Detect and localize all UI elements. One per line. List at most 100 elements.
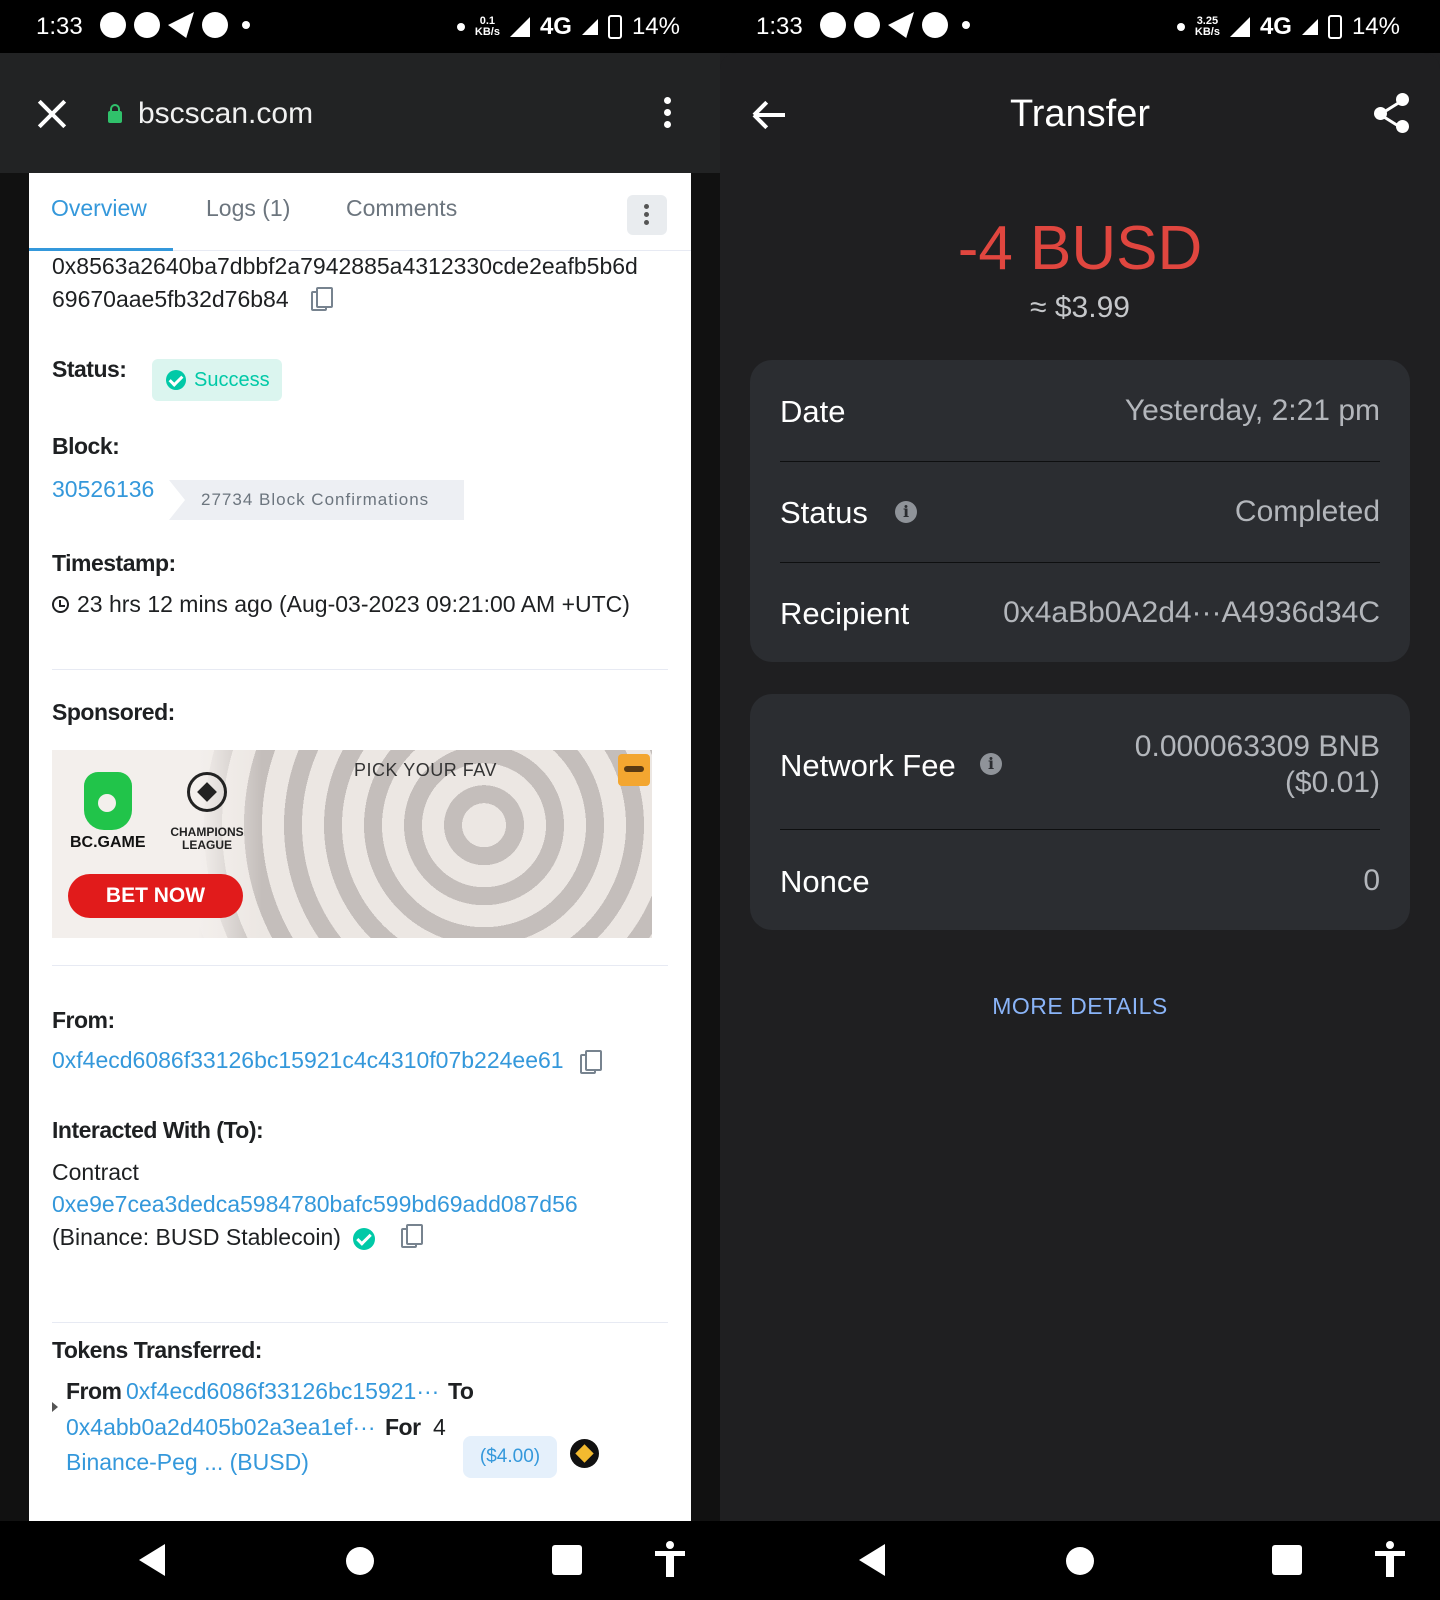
clock-icon xyxy=(52,596,69,613)
telegram-icon xyxy=(100,12,126,38)
bet-now-button[interactable]: BET NOW xyxy=(68,874,243,918)
recipient-label: Recipient xyxy=(780,596,910,631)
close-icon[interactable] xyxy=(36,98,68,130)
fee-card: Network Fee i 0.000063309 BNB ($0.01) No… xyxy=(750,694,1410,930)
whatsapp-icon xyxy=(134,12,160,38)
network-fee-label: Network Fee xyxy=(780,748,956,783)
status-label: Status: xyxy=(52,356,127,382)
status-right: 3.25 KB/s 4G 14% xyxy=(1176,13,1400,41)
accessibility-icon[interactable] xyxy=(655,1541,685,1577)
token-to-word: To xyxy=(448,1378,474,1404)
token-usd-badge: ($4.00) xyxy=(463,1436,557,1478)
status-value: Success xyxy=(194,369,270,391)
bscscan-page: Overview Logs (1) Comments 0x8563a2640ba… xyxy=(29,173,691,1521)
browser-screenshot: 1:33 0.1 KB/s 4G 14% bscscan.com Overvie… xyxy=(0,0,720,1600)
more-notifications-icon xyxy=(242,21,250,29)
accessibility-icon[interactable] xyxy=(1375,1541,1405,1577)
info-icon[interactable]: i xyxy=(895,501,917,523)
status-right: 0.1 KB/s 4G 14% xyxy=(456,13,680,41)
chrome-icon xyxy=(202,12,228,38)
sponsored-ad-banner[interactable]: BC.GAME CHAMPIONS LEAGUE PICK YOUR FAV B… xyxy=(52,750,652,938)
status-value: Completed xyxy=(1234,495,1380,528)
send-icon xyxy=(168,12,194,38)
signal-icon-2 xyxy=(1301,19,1318,35)
token-to-address[interactable]: 0x4abb0a2d405b02a3ea1ef··· xyxy=(66,1414,376,1441)
row-divider xyxy=(780,461,1380,462)
network-type: 4G xyxy=(1259,13,1292,40)
status-label: Status xyxy=(780,495,868,530)
tab-overview[interactable]: Overview xyxy=(51,195,147,222)
url-text[interactable]: bscscan.com xyxy=(138,97,313,131)
tokens-transferred-label: Tokens Transferred: xyxy=(52,1337,262,1363)
network-fee-usd: ($0.01) xyxy=(1284,766,1380,799)
page-title: Transfer xyxy=(1009,93,1151,135)
timestamp-label: Timestamp: xyxy=(52,550,176,576)
overflow-menu-icon[interactable] xyxy=(664,97,672,131)
token-amount: 4 xyxy=(433,1414,446,1440)
nav-home-icon[interactable] xyxy=(346,1547,374,1575)
transfer-amount-usd: ≈ $3.99 xyxy=(1030,291,1130,324)
football-icon xyxy=(187,772,227,812)
busd-token-icon xyxy=(570,1439,599,1468)
caret-right-icon[interactable] xyxy=(52,1402,58,1412)
lock-icon xyxy=(108,104,122,123)
from-address-link[interactable]: 0xf4ecd6086f33126bc15921c4c4310f07b224ee… xyxy=(52,1047,564,1074)
contract-address-link[interactable]: 0xe9e7cea3dedca5984780bafc599bd69add087d… xyxy=(52,1191,578,1218)
tab-bar: Overview Logs (1) Comments xyxy=(29,173,691,251)
token-name-link[interactable]: Binance-Peg ... (BUSD) xyxy=(66,1449,309,1476)
contract-name: (Binance: BUSD Stablecoin) xyxy=(52,1224,341,1250)
nav-back-icon[interactable] xyxy=(139,1544,165,1576)
status-bar: 1:33 0.1 KB/s 4G 14% xyxy=(0,0,720,53)
network-speed: 0.1 KB/s xyxy=(475,16,500,38)
whatsapp-icon xyxy=(854,12,880,38)
recipient-value[interactable]: 0x4aBb0A2d4···A4936d34C xyxy=(1003,596,1380,630)
signal-icon xyxy=(1229,17,1250,37)
battery-icon xyxy=(607,15,622,39)
confirmations-badge: 27734 Block Confirmations xyxy=(169,480,464,520)
ad-league: CHAMPIONS LEAGUE xyxy=(162,826,252,852)
app-header: Transfer xyxy=(720,53,1440,173)
nav-recents-icon[interactable] xyxy=(552,1545,582,1575)
more-notifications-icon xyxy=(962,21,970,29)
battery-level: 14% xyxy=(631,13,680,40)
tab-logs[interactable]: Logs (1) xyxy=(206,195,290,222)
signal-icon-2 xyxy=(581,19,598,35)
speed-unit: KB/s xyxy=(1194,26,1220,38)
confirmations-text: 27734 Block Confirmations xyxy=(201,490,430,509)
contract-label: Contract xyxy=(52,1159,139,1185)
transfer-amount: -4 BUSD xyxy=(957,214,1203,283)
battery-icon xyxy=(1327,15,1342,39)
timestamp-value: 23 hrs 12 mins ago (Aug-03-2023 09:21:00… xyxy=(77,591,630,617)
date-label: Date xyxy=(780,394,846,429)
nav-home-icon[interactable] xyxy=(1066,1547,1094,1575)
share-icon[interactable] xyxy=(1374,93,1410,133)
nav-recents-icon[interactable] xyxy=(1272,1545,1302,1575)
nav-back-icon[interactable] xyxy=(859,1544,885,1576)
more-options-button[interactable] xyxy=(627,195,667,235)
copy-from-icon[interactable] xyxy=(580,1050,602,1074)
copy-hash-icon[interactable] xyxy=(311,287,333,311)
android-nav-bar xyxy=(0,1521,720,1600)
nonce-value: 0 xyxy=(1363,864,1380,897)
copy-contract-icon[interactable] xyxy=(401,1224,423,1248)
verified-check-icon xyxy=(353,1228,375,1250)
from-label: From: xyxy=(52,1007,115,1033)
sponsored-label: Sponsored: xyxy=(52,699,175,725)
signal-icon xyxy=(509,17,530,37)
browser-toolbar: bscscan.com xyxy=(0,53,720,173)
android-nav-bar xyxy=(720,1521,1440,1600)
mascot-icon xyxy=(618,754,650,786)
tab-comments[interactable]: Comments xyxy=(346,195,457,222)
notification-icons xyxy=(820,12,970,38)
token-from-word: From xyxy=(66,1378,122,1404)
more-details-button[interactable]: MORE DETAILS xyxy=(720,993,1440,1020)
block-number-link[interactable]: 30526136 xyxy=(52,476,154,503)
tx-hash-line2: 69670aae5fb32d76b84 xyxy=(52,286,289,312)
dot-icon xyxy=(1176,23,1185,31)
info-icon[interactable]: i xyxy=(980,753,1002,775)
divider xyxy=(52,965,668,966)
network-speed: 3.25 KB/s xyxy=(1195,16,1220,38)
ad-headline: PICK YOUR FAV xyxy=(354,760,497,780)
chrome-icon xyxy=(922,12,948,38)
token-from-address[interactable]: 0xf4ecd6086f33126bc15921··· xyxy=(126,1378,439,1405)
